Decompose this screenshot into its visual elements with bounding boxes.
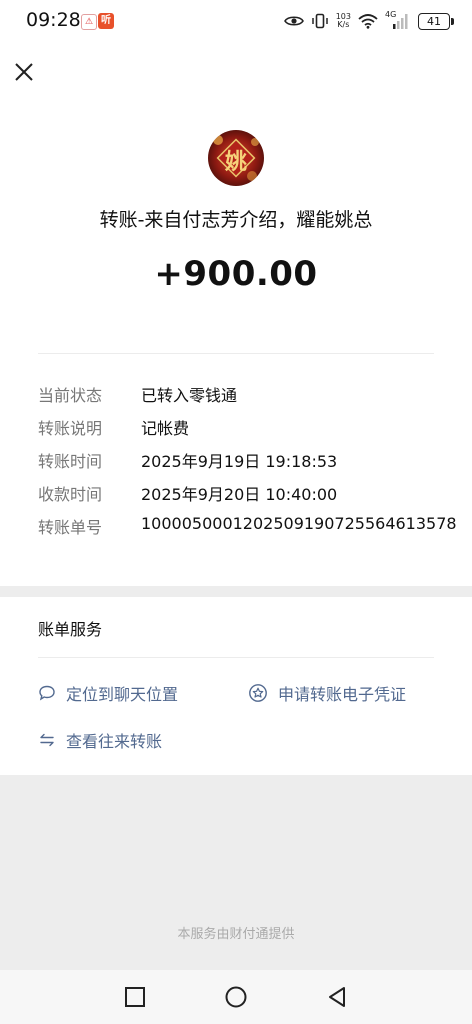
detail-label: 收款时间 [38,485,103,504]
apply-voucher-link[interactable]: 申请转账电子凭证 [248,681,406,705]
view-transfers-label: 查看往来转账 [66,732,163,751]
chat-bubble-icon [39,685,55,701]
detail-value: 2025年9月19日 19:18:53 [141,452,338,471]
notification-listen-icon: 听 [98,13,114,29]
detail-value: 2025年9月20日 10:40:00 [141,485,338,504]
network-speed: 103 K/s [336,13,351,29]
status-time: 09:28 [26,9,81,31]
sender-title: 转账-来自付志芳介绍，耀能姚总 [99,209,373,231]
detail-row-status: 当前状态 已转入零钱通 [38,382,448,406]
badge-star-icon [249,684,267,702]
divider [38,353,434,354]
system-nav-bar [0,970,472,1024]
detail-row-receive-time: 收款时间 2025年9月20日 10:40:00 [38,481,448,505]
detail-label: 当前状态 [38,386,103,405]
transfer-detail-card: 姚 转账-来自付志芳介绍，耀能姚总 +900.00 当前状态 已转入零钱通 转账… [0,102,472,586]
vibrate-icon [311,13,328,29]
divider [38,657,434,658]
locate-chat-label: 定位到聊天位置 [66,685,179,704]
provider-note: 本服务由财付通提供 [177,927,295,942]
detail-label: 转账说明 [38,419,103,438]
detail-value: 记帐费 [141,419,190,438]
bill-services-section: 账单服务 定位到聊天位置 申请转账电子凭证 查看往来转账 [0,597,472,775]
close-icon[interactable] [12,60,36,84]
view-transfers-link[interactable]: 查看往来转账 [38,728,162,752]
detail-label: 转账时间 [38,452,103,471]
detail-row-transfer-time: 转账时间 2025年9月19日 19:18:53 [38,448,448,472]
detail-label: 转账单号 [38,518,103,537]
network-speed-unit: K/s [337,20,350,29]
locate-chat-link[interactable]: 定位到聊天位置 [38,681,178,705]
swap-arrows-icon [40,733,54,747]
avatar-char: 姚 [224,150,247,175]
eye-icon [283,16,304,26]
battery-indicator: 41 [418,12,454,30]
services-title: 账单服务 [38,620,103,639]
recent-apps-icon[interactable] [123,985,147,1009]
detail-row-note: 转账说明 记帐费 [38,415,448,439]
home-icon[interactable] [224,985,248,1009]
wifi-icon [358,14,378,29]
signal-icon [393,14,408,29]
avatar: 姚 [208,130,264,186]
back-icon[interactable] [325,985,349,1009]
detail-value[interactable]: 1000050001202509190725564613578 [141,514,457,533]
notification-app-icon: ⚠ [81,14,97,30]
status-bar: 09:28 ⚠ 听 103 K/s 4G 41 [0,0,472,42]
top-bar [0,42,472,102]
apply-voucher-label: 申请转账电子凭证 [278,685,407,704]
cellular-signal: 4G [385,10,411,30]
transfer-amount: +900.00 [154,254,318,294]
status-indicators: 103 K/s 4G 41 [283,10,454,32]
detail-row-transfer-id: 转账单号 1000050001202509190725564613578 [38,514,457,538]
detail-value: 已转入零钱通 [141,386,238,405]
